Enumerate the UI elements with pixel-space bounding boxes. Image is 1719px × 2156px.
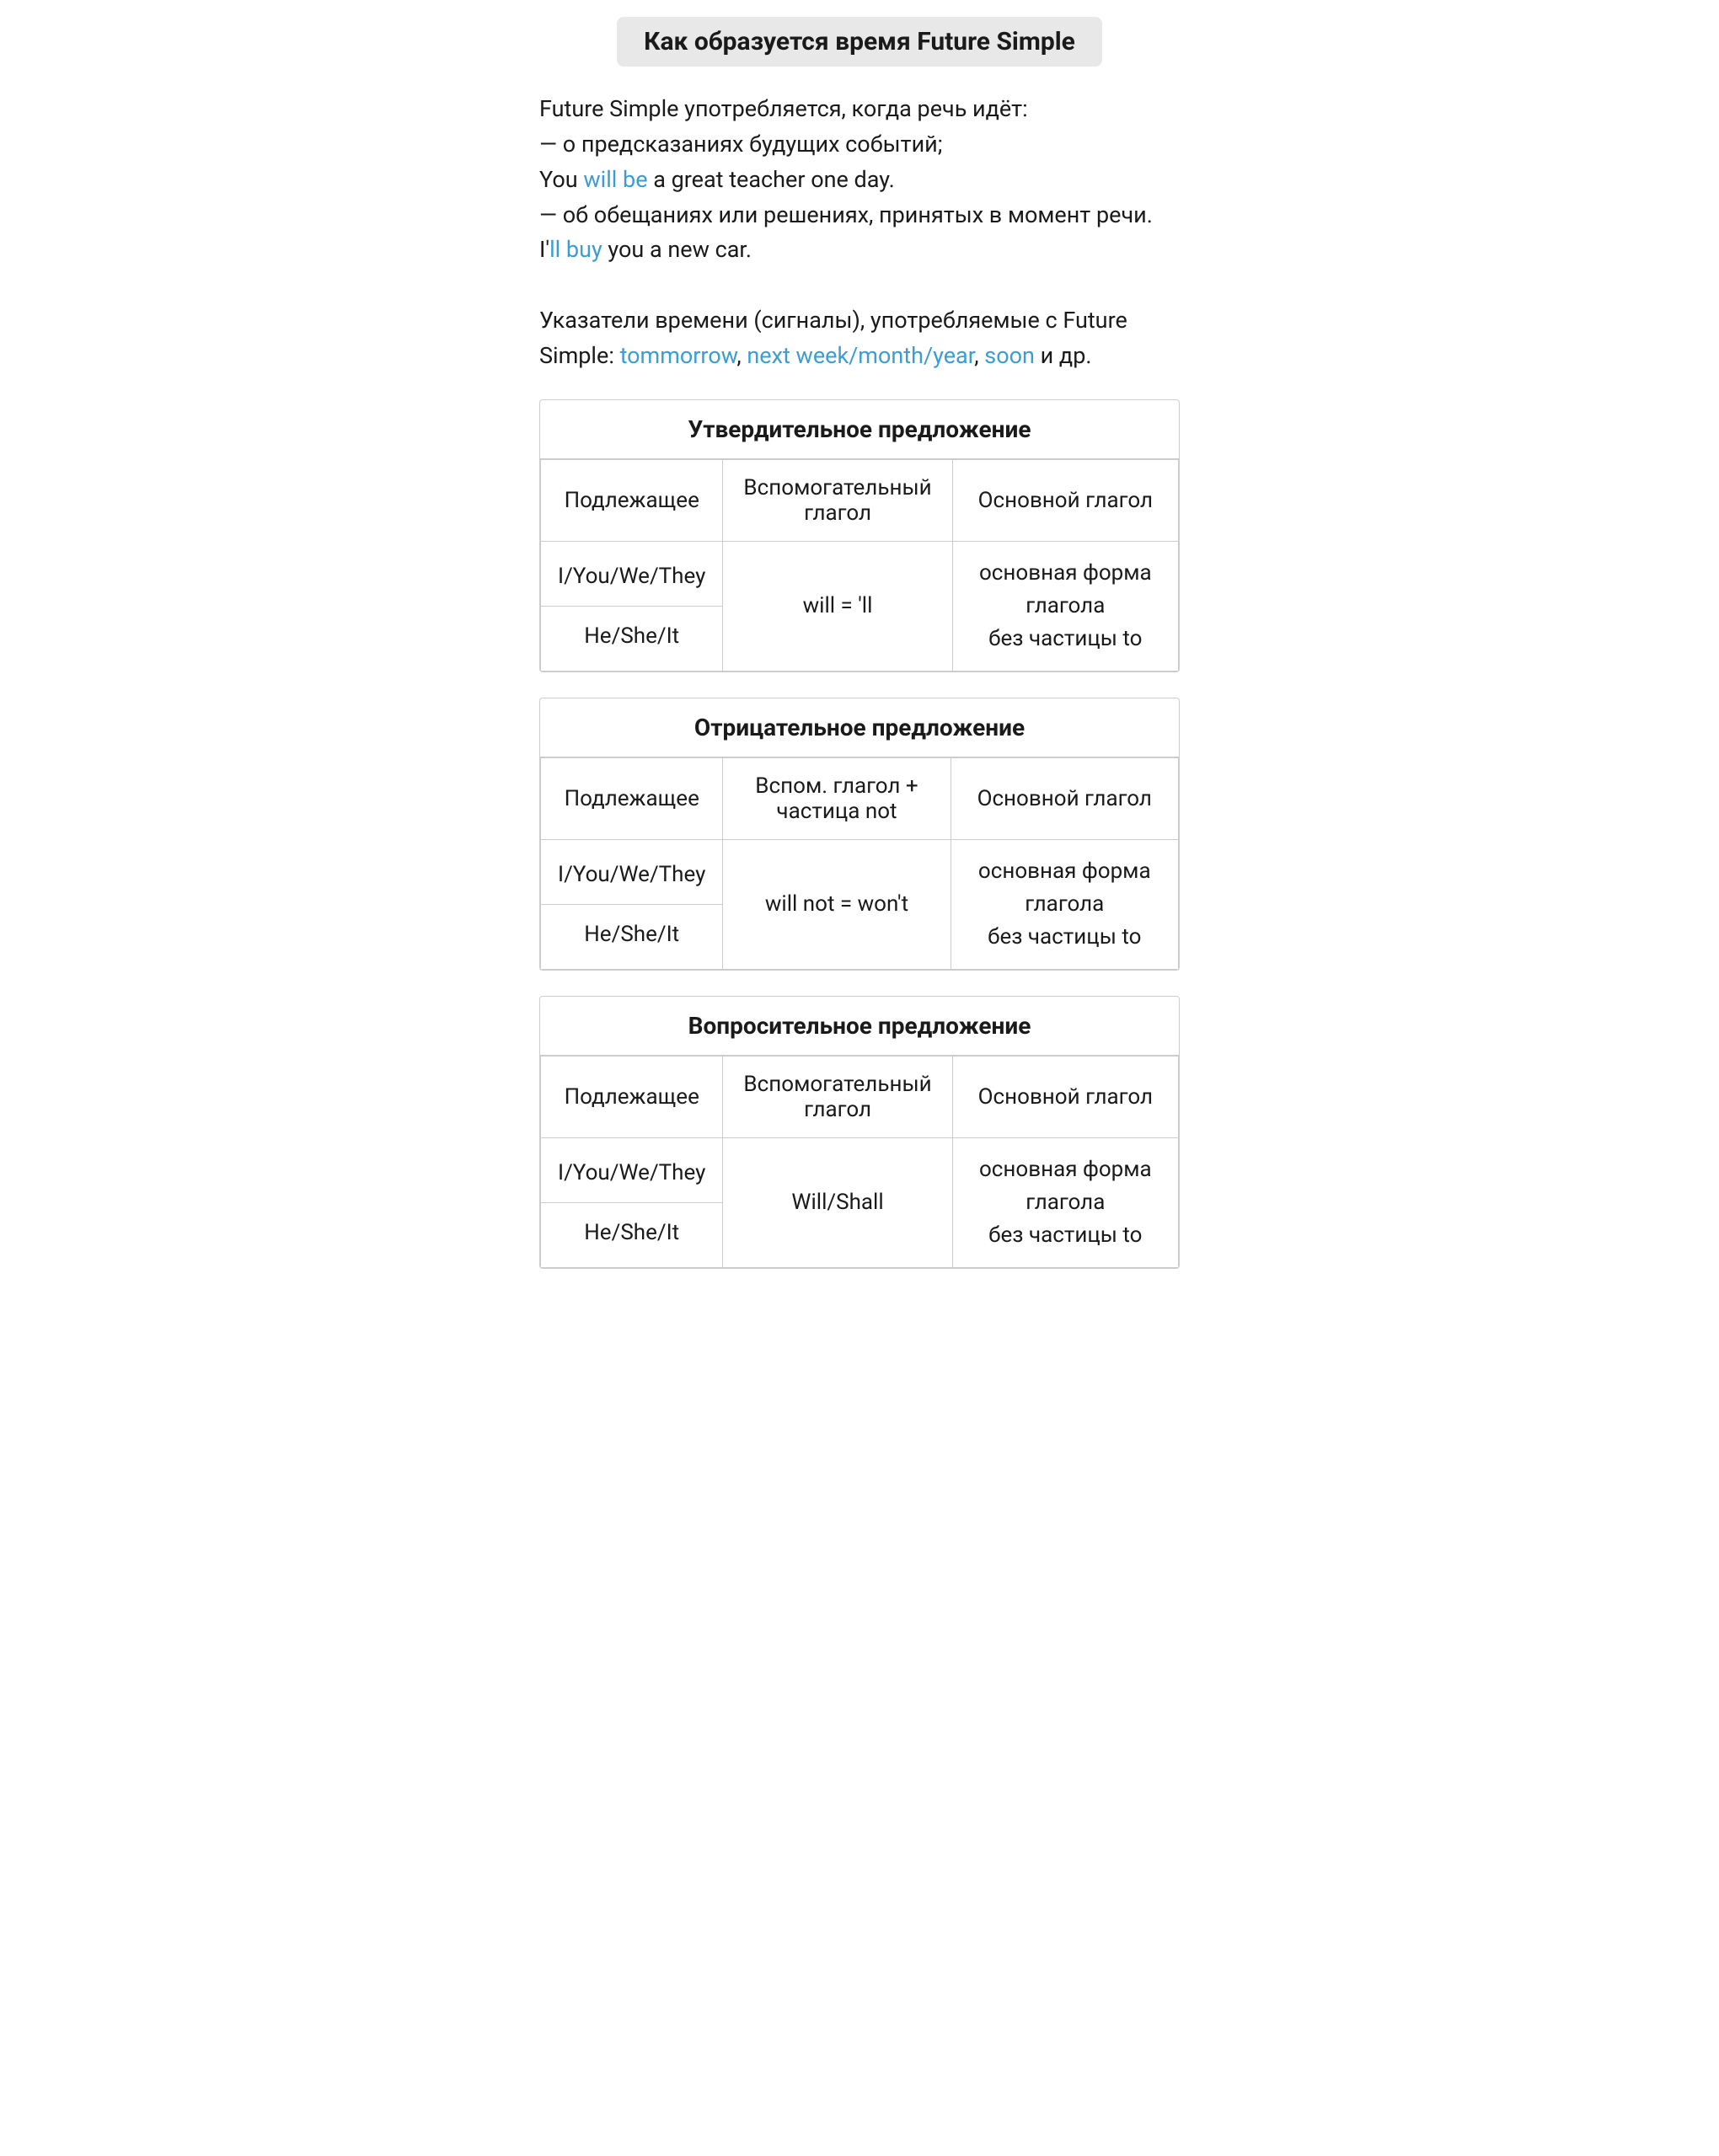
signal-year: year: [933, 342, 974, 369]
negative-col2-header: Вспом. глагол + частица not: [723, 757, 951, 839]
negative-main-verb: основная форма глагола без частицы to: [951, 839, 1178, 969]
affirmative-subjects: I/You/We/They He/She/It: [541, 541, 723, 671]
negative-col3-header: Основной глагол: [951, 757, 1178, 839]
interrogative-subject-top: I/You/We/They: [541, 1143, 722, 1203]
interrogative-col1-header: Подлежащее: [541, 1056, 723, 1137]
intro-line5-prefix: I': [539, 236, 549, 263]
intro-line5-suffix: you a new car.: [602, 236, 752, 263]
interrogative-col3-header: Основной глагол: [952, 1056, 1178, 1137]
intro-line1: Future Simple употребляется, когда речь …: [539, 95, 1028, 122]
negative-header: Отрицательное предложение: [540, 698, 1179, 757]
interrogative-table: Подлежащее Вспомогательный глагол Основн…: [540, 1056, 1179, 1268]
intro-line3-highlight: will be: [583, 166, 647, 193]
interrogative-col2-header: Вспомогательный глагол: [723, 1056, 952, 1137]
interrogative-main-verb: основная форма глагола без частицы to: [952, 1137, 1178, 1267]
negative-section: Отрицательное предложение Подлежащее Всп…: [539, 698, 1180, 971]
affirmative-col1-header: Подлежащее: [541, 459, 723, 541]
affirmative-table: Подлежащее Вспомогательный глагол Основн…: [540, 459, 1179, 671]
intro-line2: — о предсказаниях будущих событий;: [539, 131, 942, 158]
negative-subject-top: I/You/We/They: [541, 845, 722, 905]
signal-month: month: [858, 342, 924, 369]
affirmative-col3-header: Основной глагол: [952, 459, 1178, 541]
negative-col1-header: Подлежащее: [541, 757, 723, 839]
affirmative-aux-verb: will = 'll: [723, 541, 952, 671]
affirmative-section: Утвердительное предложение Подлежащее Вс…: [539, 399, 1180, 672]
intro-line3-suffix: a great teacher one day.: [648, 166, 895, 193]
interrogative-aux-verb: Will/Shall: [723, 1137, 952, 1267]
negative-subjects: I/You/We/They He/She/It: [541, 839, 723, 969]
affirmative-col2-header: Вспомогательный глагол: [723, 459, 952, 541]
intro-section: Future Simple употребляется, когда речь …: [539, 92, 1180, 374]
affirmative-main-verb: основная форма глагола без частицы to: [952, 541, 1178, 671]
affirmative-subject-bottom: He/She/It: [541, 607, 722, 666]
negative-subject-bottom: He/She/It: [541, 905, 722, 964]
intro-line4: — об обещаниях или решениях, принятых в …: [539, 201, 1153, 228]
page-title: Как образуется время Future Simple: [644, 27, 1075, 56]
signal-tommorrow: tommorrow: [620, 342, 737, 369]
signal-next-week: next week: [747, 342, 849, 369]
interrogative-header: Вопросительное предложение: [540, 997, 1179, 1056]
title-box: Как образуется время Future Simple: [617, 17, 1102, 67]
intro-line5-highlight: ll buy: [549, 236, 602, 263]
interrogative-subject-bottom: He/She/It: [541, 1203, 722, 1262]
signal-slash1: /: [849, 342, 858, 369]
interrogative-subjects: I/You/We/They He/She/It: [541, 1137, 723, 1267]
negative-table: Подлежащее Вспом. глагол + частица not О…: [540, 757, 1179, 970]
intro-line3-prefix: You: [539, 166, 583, 193]
interrogative-section: Вопросительное предложение Подлежащее Вс…: [539, 996, 1180, 1269]
signal-slash2: /: [924, 342, 933, 369]
negative-aux-verb: will not = won't: [723, 839, 951, 969]
signal-soon: soon: [984, 342, 1035, 369]
affirmative-subject-top: I/You/We/They: [541, 547, 722, 607]
affirmative-header: Утвердительное предложение: [540, 400, 1179, 459]
